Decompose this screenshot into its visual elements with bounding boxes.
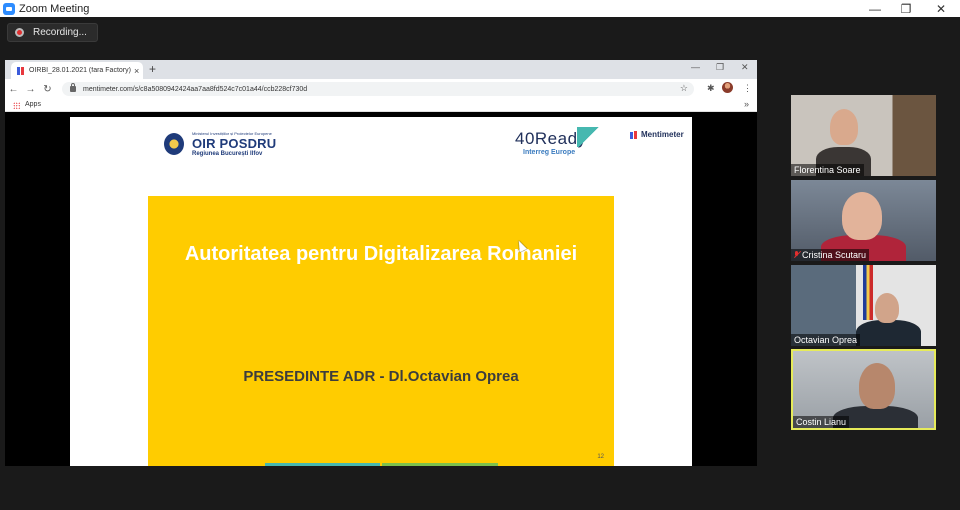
minimize-button[interactable]: — — [858, 0, 892, 17]
accent-bar-green — [382, 463, 498, 466]
participant-face — [842, 192, 882, 240]
oir-posdru-logo: Ministerul Investițiilor și Proiectelor … — [164, 131, 276, 157]
slide-subtitle: PRESEDINTE ADR - Dl.Octavian Oprea — [243, 368, 519, 385]
participant-tile-octavian-oprea[interactable]: Octavian Oprea — [791, 265, 936, 346]
close-button[interactable]: ✕ — [924, 0, 958, 17]
40ready-logo: 40Ready Interreg Europe — [515, 127, 601, 156]
browser-minimize-button[interactable]: — — [691, 62, 700, 72]
browser-menu-icon[interactable]: ⋮ — [743, 83, 752, 94]
40ready-label: 40Ready — [515, 129, 587, 148]
mentimeter-favicon-icon — [17, 66, 25, 75]
apps-bookmark[interactable]: Apps — [25, 101, 41, 108]
profile-avatar[interactable] — [722, 82, 733, 93]
browser-tab[interactable]: OIRBI_28.01.2021 (fara Factory) - × — [11, 62, 143, 79]
accent-bar-teal — [265, 463, 380, 466]
participant-video — [856, 320, 921, 346]
browser-toolbar: ← → ↻ mentimeter.com/s/c8a5080942424aa7a… — [5, 79, 757, 99]
record-icon — [15, 28, 24, 37]
extensions-icon[interactable]: ✱ — [707, 83, 715, 94]
interreg-label: Interreg Europe — [523, 149, 576, 156]
zoom-title-bar: Zoom Meeting — ❐ ✕ — [0, 0, 960, 17]
address-bar[interactable]: mentimeter.com/s/c8a5080942424aa7aa8fd52… — [62, 82, 694, 96]
maximize-button[interactable]: ❐ — [889, 0, 923, 17]
40ready-mark-icon — [577, 127, 601, 147]
slide-title: Autoritatea pentru Digitalizarea Romanie… — [184, 243, 578, 265]
forward-button[interactable]: → — [22, 84, 39, 95]
slide-page-number: 12 — [597, 454, 604, 460]
bookmarks-more-icon[interactable]: » — [744, 99, 749, 109]
browser-tab-bar: OIRBI_28.01.2021 (fara Factory) - × + — … — [5, 60, 757, 79]
bookmarks-bar: Apps » — [5, 99, 757, 112]
participant-name: Florentina Soare — [791, 164, 864, 176]
oir-sub-label: Regiunea București Ilfov — [192, 151, 263, 157]
participant-name: Octavian Oprea — [791, 334, 861, 346]
flag-romania — [863, 265, 873, 320]
browser-maximize-button[interactable]: ❐ — [716, 62, 724, 73]
zoom-app-icon — [3, 2, 15, 15]
participant-tile-florentina-soare[interactable]: Florentina Soare — [791, 95, 936, 176]
participant-face — [830, 109, 858, 145]
participant-name: Cristina Scutaru — [791, 249, 870, 261]
recording-label: Recording... — [33, 27, 87, 38]
reload-button[interactable]: ↻ — [39, 84, 56, 95]
window-title: Zoom Meeting — [19, 2, 90, 15]
participant-name: Costin Lianu — [793, 416, 850, 428]
mic-muted-icon — [794, 251, 800, 259]
lock-icon — [70, 83, 76, 92]
mentimeter-logo: Mentimeter — [630, 130, 684, 139]
browser-close-button[interactable]: ✕ — [741, 62, 749, 73]
mentimeter-icon — [630, 130, 638, 139]
tab-close-icon[interactable]: × — [134, 66, 139, 76]
romania-crest-icon — [164, 133, 184, 155]
participant-tile-cristina-scutaru[interactable]: Cristina Scutaru — [791, 180, 936, 261]
presentation-slide: Ministerul Investițiilor și Proiectelor … — [70, 117, 692, 466]
apps-grid-icon[interactable] — [13, 102, 20, 109]
participant-face — [859, 363, 895, 409]
participant-name-text: Cristina Scutaru — [802, 250, 867, 260]
tab-title: OIRBI_28.01.2021 (fara Factory) - — [29, 67, 131, 74]
bookmark-star-icon[interactable]: ☆ — [680, 83, 688, 94]
oir-main-label: OIR POSDRU — [192, 136, 277, 151]
url-text: mentimeter.com/s/c8a5080942424aa7aa8fd52… — [83, 85, 308, 93]
participant-face — [875, 293, 899, 323]
mentimeter-label: Mentimeter — [641, 130, 684, 139]
recording-indicator[interactable]: Recording... — [7, 23, 98, 42]
participant-tile-costin-lianu[interactable]: Costin Lianu — [791, 349, 936, 430]
new-tab-button[interactable]: + — [149, 62, 156, 76]
back-button[interactable]: ← — [5, 84, 22, 95]
slide-content-panel: Autoritatea pentru Digitalizarea Romanie… — [148, 196, 614, 466]
